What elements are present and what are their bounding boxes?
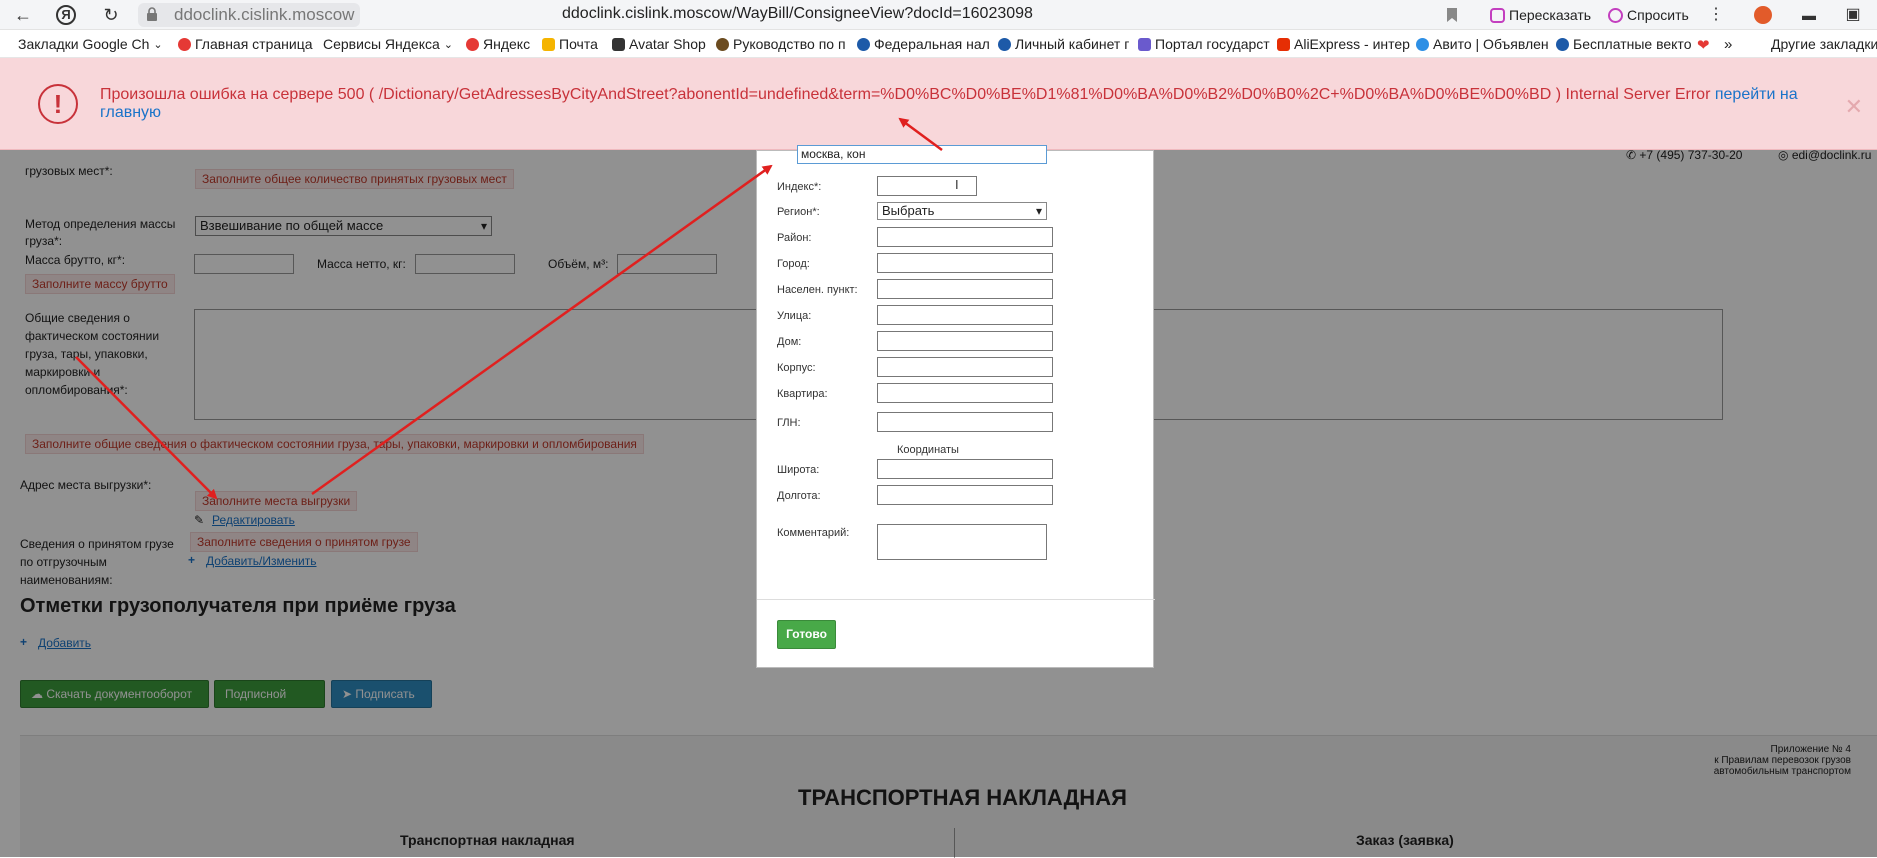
- annotation-arrows: [75, 117, 943, 500]
- arrow-to-modal: [311, 164, 773, 496]
- arrow-to-unload-error: [75, 356, 218, 500]
- arrow-to-error: [898, 117, 943, 152]
